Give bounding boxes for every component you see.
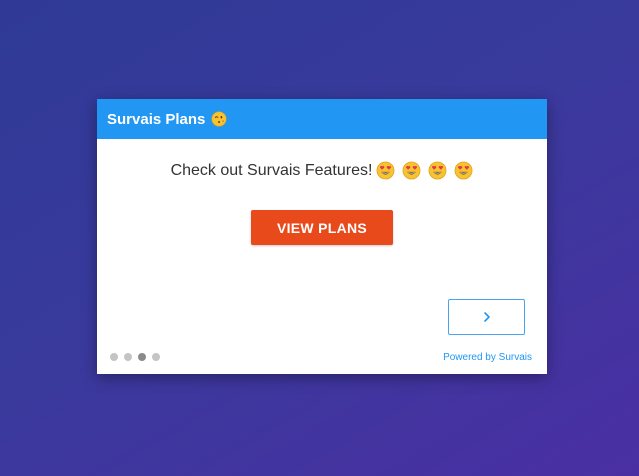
winking-face-kiss-icon (211, 111, 227, 127)
pagination-dot (110, 353, 118, 361)
question-text: Check out Survais Features! (170, 161, 373, 179)
card-title: Survais Plans (107, 110, 206, 128)
view-plans-button[interactable]: VIEW PLANS (251, 210, 393, 245)
pagination-dot (124, 353, 132, 361)
emoji-row (376, 161, 473, 180)
pagination-dot (152, 353, 160, 361)
powered-by-link[interactable]: Powered by Survais (443, 352, 532, 363)
heart-eyes-icon (429, 161, 447, 180)
card-header: Survais Plans (97, 99, 547, 139)
pagination-dot-active (138, 353, 146, 361)
heart-eyes-icon (377, 161, 395, 180)
next-button[interactable] (448, 299, 525, 335)
pagination-dots (110, 353, 160, 361)
heart-eyes-icon (455, 161, 473, 180)
question-row: Check out Survais Features! (97, 161, 547, 180)
chevron-right-icon (483, 312, 490, 322)
survey-card: Survais Plans Check out Survais Features… (97, 99, 547, 374)
heart-eyes-icon (403, 161, 421, 180)
